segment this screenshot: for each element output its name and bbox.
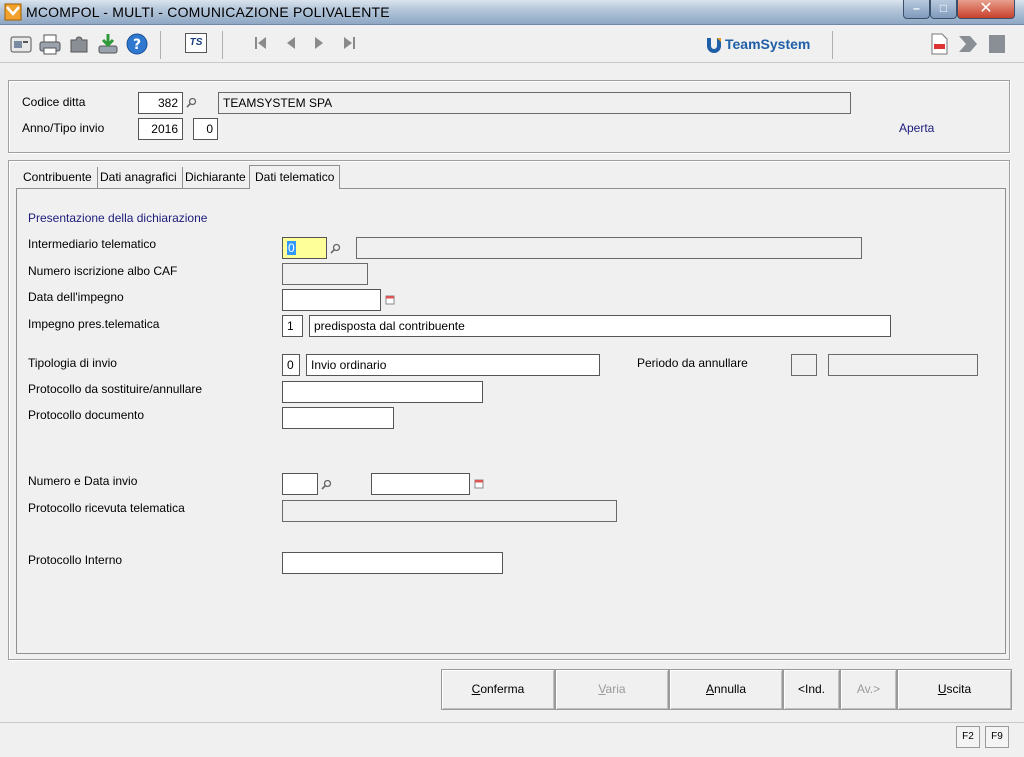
search-icon[interactable]: [330, 243, 341, 254]
periodo-field[interactable]: [791, 354, 817, 376]
tab-dati-anagrafici[interactable]: Dati anagrafici: [95, 167, 183, 188]
page-icon[interactable]: [985, 32, 1009, 56]
teamsystem-logo-icon: [707, 38, 721, 53]
search-icon[interactable]: [321, 479, 332, 490]
tipologia-label: Tipologia di invio: [28, 356, 117, 370]
teamsystem-logo: TeamSystem: [705, 35, 810, 53]
numero-caf-field[interactable]: [282, 263, 368, 285]
close-button[interactable]: ✕: [957, 0, 1015, 19]
toolbar-separator: [832, 31, 833, 59]
data-invio-field[interactable]: [371, 473, 470, 495]
data-impegno-field[interactable]: [282, 289, 381, 311]
protocollo-sost-field[interactable]: [282, 381, 483, 403]
numero-caf-label: Numero iscrizione albo CAF: [28, 264, 178, 278]
f2-key[interactable]: F2: [956, 726, 980, 748]
periodo-desc-field: [828, 354, 978, 376]
pdf-icon[interactable]: [927, 32, 951, 56]
numero-data-label: Numero e Data invio: [28, 474, 138, 488]
interno-label: Protocollo Interno: [28, 553, 123, 567]
ricevuta-field[interactable]: [282, 500, 617, 522]
status-bar: [0, 722, 1024, 757]
anno-tipo-label: Anno/Tipo invio: [22, 121, 105, 135]
tipo-invio-field[interactable]: 0: [193, 118, 218, 140]
protocollo-sost-label: Protocollo da sostituire/annullare: [28, 382, 203, 396]
impegno-desc-field: predisposta dal contribuente: [309, 315, 891, 337]
card-icon[interactable]: [9, 32, 33, 56]
conferma-button[interactable]: Conferma: [441, 669, 555, 710]
tab-contribuente[interactable]: Contribuente: [18, 167, 98, 188]
numero-invio-field[interactable]: [282, 473, 318, 495]
print-icon[interactable]: [38, 32, 62, 56]
calendar-icon[interactable]: [474, 479, 484, 489]
varia-button[interactable]: Varia: [555, 669, 669, 710]
last-record-icon[interactable]: [340, 34, 358, 52]
brand-name: TeamSystem: [725, 36, 811, 52]
impegno-label: Impegno pres.telematica: [28, 317, 160, 331]
forward-icon[interactable]: [956, 32, 980, 56]
help-icon[interactable]: ?: [125, 32, 149, 56]
intermediario-desc-field: [356, 237, 862, 259]
download-icon[interactable]: [96, 32, 120, 56]
data-impegno-label: Data dell'impegno: [28, 290, 124, 304]
first-record-icon[interactable]: [252, 34, 270, 52]
intermediario-field[interactable]: 0: [282, 237, 327, 259]
next-button[interactable]: Av.>: [840, 669, 897, 710]
annulla-button[interactable]: Annulla: [669, 669, 783, 710]
codice-ditta-label: Codice ditta: [22, 95, 86, 109]
next-record-icon[interactable]: [310, 34, 328, 52]
title-bar: MCOMPOL - MULTI - COMUNICAZIONE POLIVALE…: [0, 0, 1024, 25]
toolbar-separator: [222, 31, 223, 59]
puzzle-icon[interactable]: [67, 32, 91, 56]
impegno-code-field[interactable]: 1: [282, 315, 303, 337]
section-title: Presentazione della dichiarazione: [28, 211, 208, 225]
toolbar: ? TS TeamSystem: [0, 25, 1024, 63]
anno-field[interactable]: 2016: [138, 118, 183, 140]
ricevuta-label: Protocollo ricevuta telematica: [28, 501, 185, 515]
toolbar-separator: [160, 31, 161, 59]
status-text: Aperta: [899, 121, 935, 135]
f9-key[interactable]: F9: [985, 726, 1009, 748]
search-icon[interactable]: [186, 97, 197, 108]
tab-dichiarante[interactable]: Dichiarante: [180, 167, 252, 188]
prev-index-button[interactable]: <Ind.: [783, 669, 840, 710]
interno-field[interactable]: [282, 552, 503, 574]
protocollo-doc-label: Protocollo documento: [28, 408, 145, 422]
tipologia-desc-field: Invio ordinario: [306, 354, 600, 376]
prev-record-icon[interactable]: [282, 34, 300, 52]
intermediario-label: Intermediario telematico: [28, 237, 157, 251]
header-group: [8, 80, 1010, 153]
maximize-button[interactable]: □: [930, 0, 957, 19]
calendar-icon[interactable]: [385, 295, 395, 305]
ts-icon[interactable]: TS: [185, 33, 207, 53]
app-icon: [4, 3, 22, 21]
company-name-field: TEAMSYSTEM SPA: [218, 92, 851, 114]
minimize-button[interactable]: –: [903, 0, 930, 19]
periodo-label: Periodo da annullare: [637, 356, 748, 370]
intermediario-value: 0: [287, 241, 296, 255]
codice-ditta-field[interactable]: 382: [138, 92, 183, 114]
svg-text:?: ?: [133, 37, 141, 53]
tipologia-code-field[interactable]: 0: [282, 354, 300, 376]
uscita-button[interactable]: Uscita: [897, 669, 1012, 710]
protocollo-doc-field[interactable]: [282, 407, 394, 429]
tab-dati-telematico[interactable]: Dati telematico: [249, 165, 341, 189]
window-title: MCOMPOL - MULTI - COMUNICAZIONE POLIVALE…: [26, 4, 390, 20]
